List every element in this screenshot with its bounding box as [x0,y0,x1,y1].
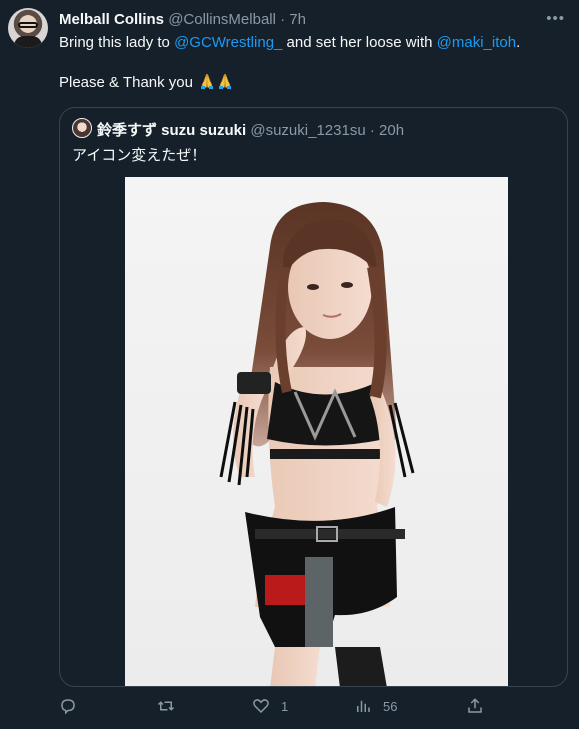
retweet-button[interactable] [157,697,186,715]
tweet-time[interactable]: 7h [289,11,306,28]
quoted-author-handle[interactable]: @suzuki_1231su [250,122,365,139]
tweet-text-part: . [516,34,521,51]
quoted-tweet-header: 鈴季すず suzu suzuki @suzuki_1231su · 20h [97,119,404,140]
author-handle[interactable]: @CollinsMelball [168,11,276,28]
reply-icon [61,699,75,715]
views-icon [357,700,370,712]
retweet-icon [157,701,175,711]
share-button[interactable] [466,697,484,715]
quoted-author-avatar[interactable] [72,118,92,138]
author-name[interactable]: Melball Collins [59,11,164,28]
like-count: 1 [281,698,289,714]
avatar-shirt [14,36,42,48]
views-count: 56 [383,698,398,714]
tweet-text: Bring this lady to @GCWrestling_ and set… [59,33,559,93]
folded-hands-emoji [201,73,214,89]
separator-dot: · [369,122,375,139]
tweet-text-line2: Please & Thank you [59,73,559,93]
tweet-header: Melball Collins @CollinsMelball · 7h [59,11,306,28]
views-button[interactable]: 56 [354,697,397,715]
tweet-text-part: Bring this lady to [59,34,175,51]
tweet-actions: 1 56 [0,697,579,723]
quoted-tweet-photo[interactable] [125,177,508,686]
wrestler-photo-illustration [219,202,415,686]
like-icon [253,699,269,714]
tweet-text-part: Please & Thank you [59,74,193,91]
avatar-glasses [18,22,38,28]
separator-dot: · [280,11,286,28]
tweet-text-part: and set her loose with [282,34,437,51]
author-avatar[interactable] [8,8,48,48]
mention-link[interactable]: @GCWrestling_ [174,34,282,51]
quoted-author-name[interactable]: 鈴季すず suzu suzuki [97,122,246,139]
folded-hands-emoji [219,73,232,89]
quoted-tweet[interactable]: 鈴季すず suzu suzuki @suzuki_1231su · 20h アイ… [59,107,568,687]
reply-button[interactable] [59,697,88,715]
more-options-icon[interactable]: ••• [546,10,565,27]
quoted-tweet-time[interactable]: 20h [379,122,404,139]
like-button[interactable]: 1 [252,697,288,715]
mention-link[interactable]: @maki_itoh [437,34,516,51]
share-icon [468,698,482,713]
quoted-tweet-text: アイコン変えたぜ！ [72,147,207,164]
tweet[interactable]: Melball Collins @CollinsMelball · 7h •••… [0,0,579,729]
